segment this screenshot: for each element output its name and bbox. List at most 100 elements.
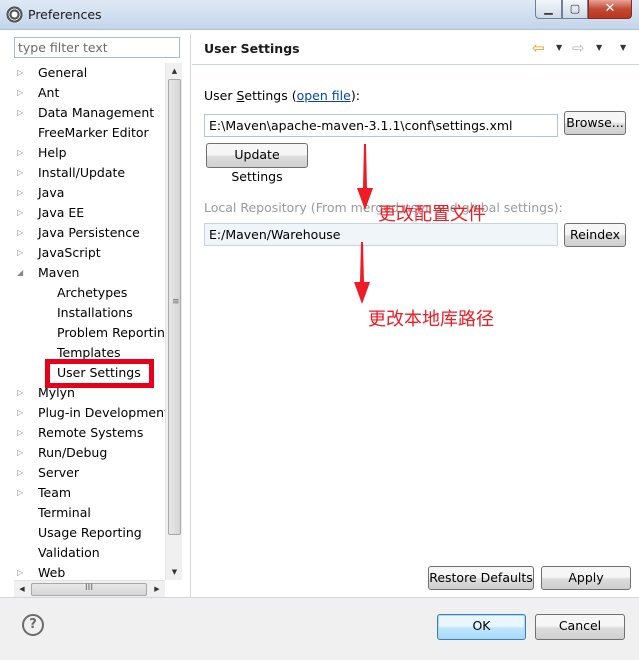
scroll-down-arrow-icon[interactable]: ▼	[166, 564, 183, 580]
collapsed-arrow-icon[interactable]: ▷	[17, 203, 27, 223]
maximize-button[interactable]: ▢	[562, 0, 588, 19]
tree-item[interactable]: ▷ Ant	[14, 83, 180, 103]
tree-item[interactable]: ▷ Server	[14, 463, 180, 483]
tree-item-label: Help	[38, 145, 67, 160]
user-settings-label-rest: ettings (	[244, 88, 297, 103]
open-file-link[interactable]: open file	[297, 88, 351, 103]
tree-item[interactable]: Installations	[14, 303, 180, 323]
scroll-grip-icon: ≡	[172, 297, 180, 307]
scroll-left-arrow-icon[interactable]: ◀	[14, 581, 30, 598]
preferences-navigation-pane: ▷ General ▷ Ant ▷ Data Management FreeMarker E…	[8, 34, 184, 597]
vertical-scrollbar[interactable]: ▲ ≡ ▼	[165, 63, 182, 580]
expanded-arrow-icon[interactable]: ◢	[17, 263, 27, 283]
tree-item[interactable]: ▷ Java EE	[14, 203, 180, 223]
tree-item-label: Team	[38, 485, 72, 500]
ok-button[interactable]: OK	[437, 614, 526, 640]
tree-item[interactable]: ▷ Run/Debug	[14, 443, 180, 463]
tree-item[interactable]: ▷ General	[14, 63, 180, 83]
collapsed-arrow-icon[interactable]: ▷	[17, 383, 27, 403]
tree-item[interactable]: Terminal	[14, 503, 180, 523]
tree-item-label: Plug-in Development	[38, 405, 169, 420]
page-navigation: ⇦ ▼ ⇨ ▼ ▼	[532, 38, 632, 58]
minimize-button[interactable]: ▁	[535, 0, 562, 19]
tree-item-label: Validation	[38, 545, 100, 560]
collapsed-arrow-icon[interactable]: ▷	[17, 163, 27, 183]
tree-item[interactable]: ▷ Install/Update	[14, 163, 180, 183]
tree-item-label: Terminal	[38, 505, 91, 520]
tree-item[interactable]: ◢ Maven	[14, 263, 180, 283]
collapsed-arrow-icon[interactable]: ▷	[17, 243, 27, 263]
apply-button[interactable]: Apply	[541, 566, 631, 590]
tree-item[interactable]: ▷ Data Management	[14, 103, 180, 123]
preferences-tree: ▷ General ▷ Ant ▷ Data Management FreeMarker E…	[14, 63, 180, 597]
back-history-dropdown-icon[interactable]: ▼	[556, 38, 562, 58]
tree-item-label: JavaScript	[38, 245, 101, 260]
update-settings-button[interactable]: Update Settings	[206, 143, 308, 184]
close-window-button[interactable]: ✕	[588, 0, 632, 19]
collapsed-arrow-icon[interactable]: ▷	[17, 483, 27, 503]
collapsed-arrow-icon[interactable]: ▷	[17, 103, 27, 123]
tree-item-label: Ant	[38, 85, 60, 100]
collapsed-arrow-icon[interactable]: ▷	[17, 403, 27, 423]
tree-item-label: Data Management	[38, 105, 155, 120]
title-bar: Preferences ▁ ▢ ✕	[0, 0, 639, 30]
tree-item[interactable]: ▷ Help	[14, 143, 180, 163]
tree-item-label: Problem Reporting	[57, 325, 173, 340]
tree-item[interactable]: ▷ Remote Systems	[14, 423, 180, 443]
collapsed-arrow-icon[interactable]: ▷	[17, 63, 27, 83]
pane-divider[interactable]	[190, 34, 191, 597]
tree-item-label: Archetypes	[57, 285, 128, 300]
back-arrow-icon[interactable]: ⇦	[532, 38, 545, 58]
tree-item-label: General	[38, 65, 88, 80]
horizontal-scrollbar[interactable]: ◀ III ▶	[14, 580, 165, 597]
restore-defaults-button[interactable]: Restore Defaults	[428, 566, 534, 590]
collapsed-arrow-icon[interactable]: ▷	[17, 143, 27, 163]
tree-item-label: Maven	[38, 265, 80, 280]
tree-item[interactable]: Archetypes	[14, 283, 180, 303]
eclipse-app-icon	[6, 6, 23, 23]
scroll-up-arrow-icon[interactable]: ▲	[166, 63, 183, 79]
annotation-change-repo-note: 更改本地库路径	[368, 309, 494, 330]
tree-item[interactable]: ▷ JavaScript	[14, 243, 180, 263]
tree-item[interactable]: FreeMarker Editor	[14, 123, 180, 143]
tree-item-label: Java Persistence	[38, 225, 140, 240]
tree-item[interactable]: Problem Reporting	[14, 323, 180, 343]
tree-item-label: Installations	[57, 305, 133, 320]
user-settings-label-prefix: User	[204, 88, 237, 103]
collapsed-arrow-icon[interactable]: ▷	[17, 463, 27, 483]
window-title: Preferences	[28, 7, 102, 22]
cancel-button[interactable]: Cancel	[535, 614, 625, 640]
collapsed-arrow-icon[interactable]: ▷	[17, 443, 27, 463]
local-repository-field	[204, 223, 558, 246]
annotation-change-config-note: 更改配置文件	[378, 204, 486, 225]
user-settings-label-suffix: ):	[350, 88, 360, 103]
tree-item-label: Usage Reporting	[38, 525, 142, 540]
view-menu-icon[interactable]: ▼	[620, 38, 626, 58]
tree-item[interactable]: ▷ Java Persistence	[14, 223, 180, 243]
collapsed-arrow-icon[interactable]: ▷	[17, 423, 27, 443]
user-settings-path-input[interactable]	[204, 114, 558, 137]
tree-item-label: Remote Systems	[38, 425, 144, 440]
reindex-button[interactable]: Reindex	[564, 223, 626, 247]
user-settings-label: User Settings (open file):	[204, 88, 360, 103]
tree-item[interactable]: Usage Reporting	[14, 523, 180, 543]
forward-arrow-icon[interactable]: ⇨	[572, 38, 585, 58]
collapsed-arrow-icon[interactable]: ▷	[17, 183, 27, 203]
forward-history-dropdown-icon[interactable]: ▼	[596, 38, 602, 58]
tree-item[interactable]: Validation	[14, 543, 180, 563]
help-icon[interactable]: ?	[22, 614, 44, 636]
title-separator	[192, 64, 639, 65]
filter-input[interactable]	[14, 37, 180, 58]
browse-button[interactable]: Browse...	[564, 111, 626, 135]
annotation-highlight-box	[45, 359, 154, 388]
vertical-scroll-thumb[interactable]: ≡	[168, 79, 181, 535]
scroll-right-arrow-icon[interactable]: ▶	[149, 581, 165, 598]
tree-item[interactable]: ▷ Java	[14, 183, 180, 203]
tree-item-label: Run/Debug	[38, 445, 108, 460]
horizontal-scroll-thumb[interactable]: III	[31, 583, 147, 596]
collapsed-arrow-icon[interactable]: ▷	[17, 83, 27, 103]
tree-item[interactable]: ▷ Plug-in Development	[14, 403, 180, 423]
tree-item-label: Java EE	[38, 205, 85, 220]
tree-item[interactable]: ▷ Team	[14, 483, 180, 503]
collapsed-arrow-icon[interactable]: ▷	[17, 223, 27, 243]
